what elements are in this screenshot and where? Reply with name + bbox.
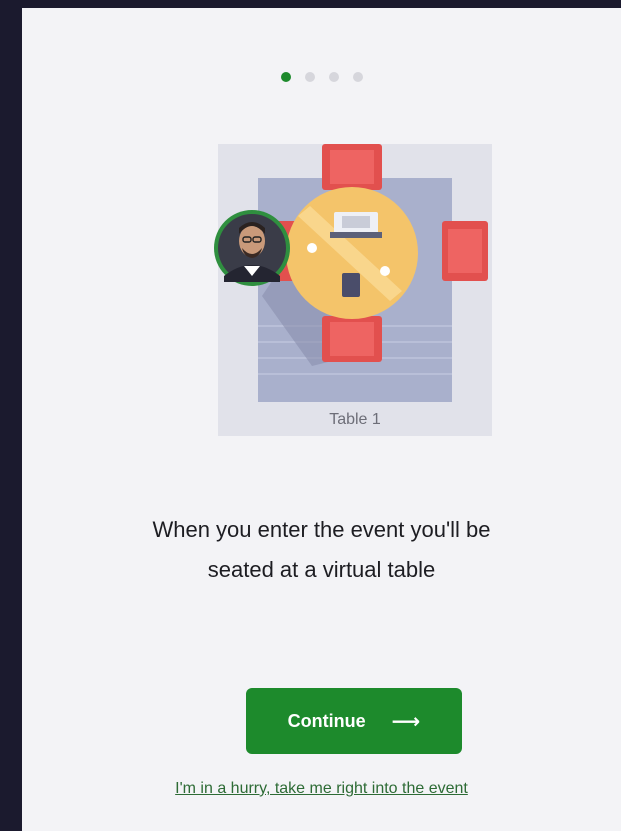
- step-indicator: [22, 72, 621, 82]
- step-dot-2[interactable]: [304, 72, 315, 82]
- arrow-right-icon: ⟶: [391, 710, 421, 733]
- onboarding-headline: When you enter the event you'll be seate…: [22, 510, 621, 590]
- user-avatar: [214, 210, 290, 286]
- step-dot-3[interactable]: [328, 72, 339, 82]
- headline-line-2: seated at a virtual table: [207, 557, 436, 582]
- cup-icon: [380, 266, 390, 276]
- onboarding-panel: Table 1 When you enter the event you'll …: [22, 8, 621, 831]
- step-dot-4[interactable]: [352, 72, 363, 82]
- continue-button[interactable]: Continue ⟶: [246, 688, 462, 754]
- cup-icon: [307, 243, 317, 253]
- step-dot-1[interactable]: [280, 72, 291, 82]
- virtual-table-illustration: Table 1: [214, 144, 492, 436]
- phone-icon: [342, 273, 360, 297]
- skip-onboarding-link[interactable]: I'm in a hurry, take me right into the e…: [22, 780, 621, 798]
- continue-label: Continue: [287, 710, 366, 731]
- headline-line-1: When you enter the event you'll be: [152, 517, 491, 542]
- table-label: Table 1: [329, 411, 381, 428]
